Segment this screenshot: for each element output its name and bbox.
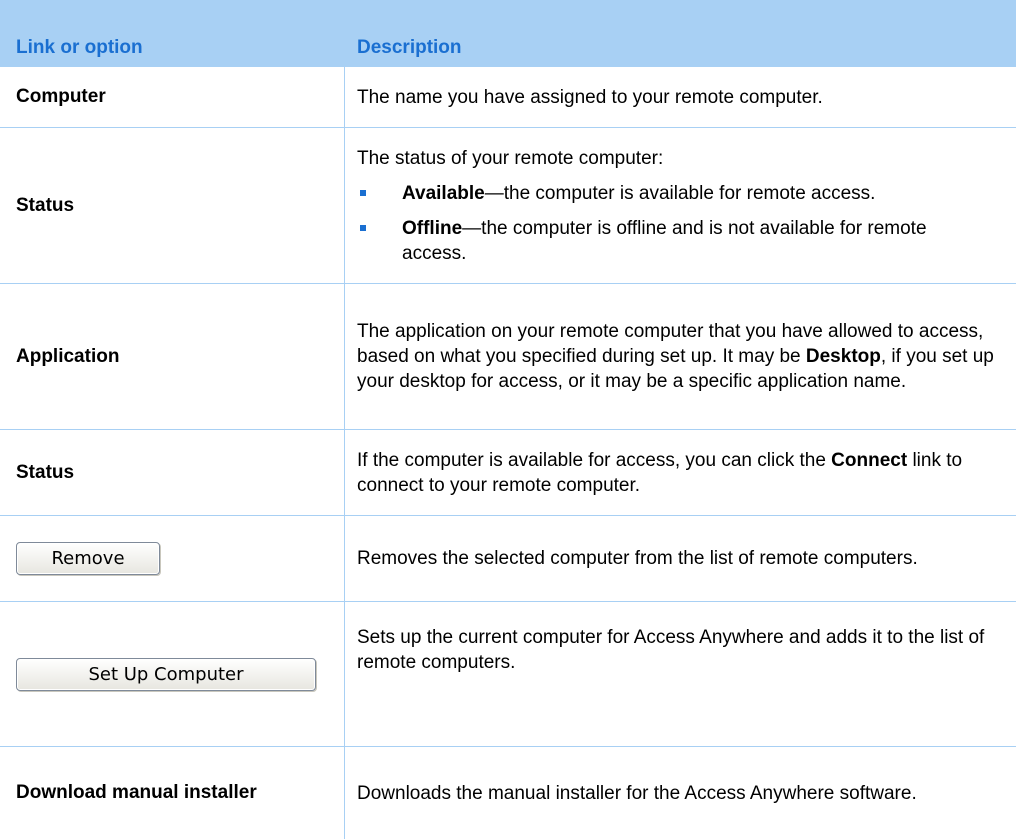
description-text: Downloads the manual installer for the A… xyxy=(357,782,917,804)
list-item-offline: Offline—the computer is offline and is n… xyxy=(357,216,994,266)
option-set-up-computer: Set Up Computer xyxy=(16,602,336,746)
description-part: If the computer is available for access,… xyxy=(357,449,832,471)
table-row-computer: Computer The name you have assigned to y… xyxy=(0,67,1016,128)
column-divider xyxy=(344,747,345,839)
table-row-status: Status The status of your remote compute… xyxy=(0,128,1016,284)
column-divider xyxy=(344,284,345,429)
description-remove: Removes the selected computer from the l… xyxy=(357,516,994,601)
option-remove: Remove xyxy=(16,516,336,601)
description-status-connect: If the computer is available for access,… xyxy=(357,430,994,515)
options-table: Link or option Description Computer The … xyxy=(0,0,1016,839)
connect-link-term: Connect xyxy=(831,449,908,471)
description-text: Sets up the current computer for Access … xyxy=(357,627,985,673)
bullet-icon xyxy=(360,224,366,231)
table-row-download: Download manual installer Downloads the … xyxy=(0,747,1016,839)
option-status-connect: Status xyxy=(16,461,75,483)
option-application: Application xyxy=(16,345,120,367)
description-application: The application on your remote computer … xyxy=(357,284,994,429)
bullet-icon xyxy=(360,189,366,196)
description-status: The status of your remote computer: Avai… xyxy=(357,128,994,283)
description-bold-term: Desktop xyxy=(805,346,881,367)
description-set-up-computer: Sets up the current computer for Access … xyxy=(357,602,994,746)
status-text-available: —the computer is available for remote ac… xyxy=(484,182,876,204)
column-divider xyxy=(344,67,345,127)
option-status: Status xyxy=(16,194,75,216)
description-download: Downloads the manual installer for the A… xyxy=(357,747,994,839)
status-list: Available—the computer is available for … xyxy=(357,171,994,266)
remove-button[interactable]: Remove xyxy=(16,542,160,575)
status-text-offline: —the computer is offline and is not avai… xyxy=(402,217,927,264)
option-download-manual-installer: Download manual installer xyxy=(16,782,257,803)
table-row-status-connect: Status If the computer is available for … xyxy=(0,430,1016,516)
column-divider xyxy=(344,602,345,746)
set-up-computer-button[interactable]: Set Up Computer xyxy=(16,657,316,691)
column-divider xyxy=(344,516,345,601)
header-link-or-option: Link or option xyxy=(16,37,143,58)
description-text: The name you have assigned to your remot… xyxy=(357,86,823,108)
table-row-application: Application The application on your remo… xyxy=(0,284,1016,430)
description-text: If the computer is available for access,… xyxy=(357,448,994,498)
status-intro: The status of your remote computer: xyxy=(357,147,664,169)
status-term-offline: Offline xyxy=(402,217,463,239)
option-computer: Computer xyxy=(16,86,106,107)
description-text: The application on your remote computer … xyxy=(357,319,994,394)
table-header: Link or option Description xyxy=(0,0,1016,67)
table-row-remove: Remove Removes the selected computer fro… xyxy=(0,516,1016,602)
table-row-set-up-computer: Set Up Computer Sets up the current comp… xyxy=(0,602,1016,747)
list-item-available: Available—the computer is available for … xyxy=(357,181,994,206)
column-divider xyxy=(344,430,345,515)
description-text: Removes the selected computer from the l… xyxy=(357,548,918,569)
status-term-available: Available xyxy=(402,182,485,204)
header-description: Description xyxy=(357,37,462,58)
description-computer: The name you have assigned to your remot… xyxy=(357,67,994,127)
column-divider xyxy=(344,128,345,283)
